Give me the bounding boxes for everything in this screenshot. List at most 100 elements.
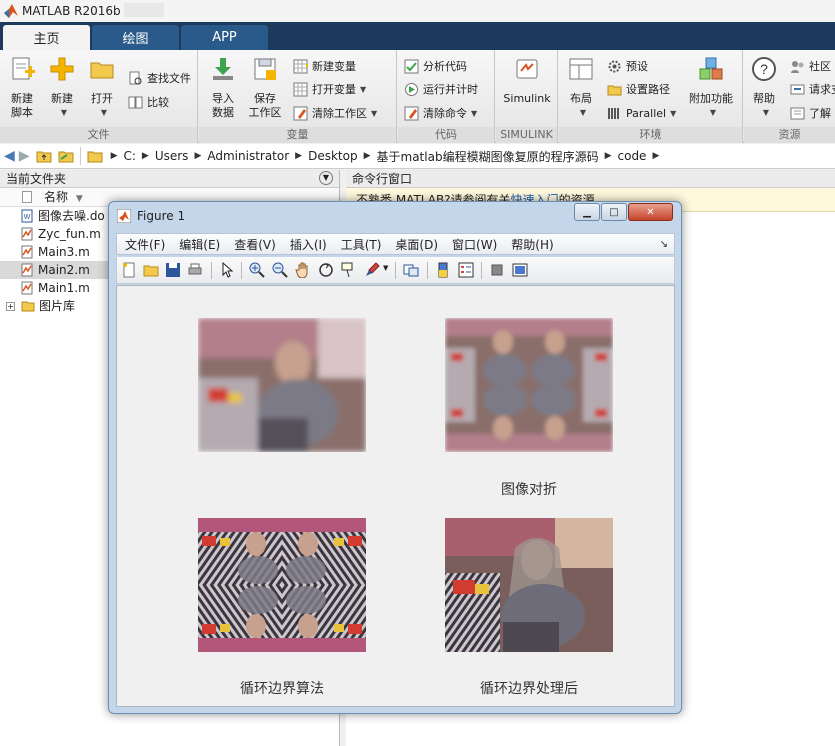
maximize-button[interactable]: □ xyxy=(601,203,627,221)
restored-photo-image xyxy=(445,518,613,652)
chevron-down-icon: ▼ xyxy=(60,108,68,117)
svg-text:?: ? xyxy=(760,61,768,77)
analyze-code-button[interactable]: 分析代码 xyxy=(404,56,467,76)
set-path-icon xyxy=(607,85,622,95)
community-button[interactable]: 社区 xyxy=(790,56,831,76)
figure-toolbar: ▼ xyxy=(116,257,675,284)
chevron-right-icon: ▶ xyxy=(141,151,149,161)
save-workspace-button[interactable]: 保存 工作区 xyxy=(247,56,283,120)
print-icon[interactable] xyxy=(187,262,203,278)
help-button[interactable]: ? 帮助 ▼ xyxy=(750,56,778,120)
chevron-right-icon: ▶ xyxy=(194,151,202,161)
save-workspace-icon xyxy=(254,58,276,80)
tab-apps[interactable]: APP xyxy=(181,25,268,50)
menu-insert[interactable]: 插入(I) xyxy=(290,236,327,253)
pointer-icon[interactable] xyxy=(219,262,235,278)
browse-folder-icon[interactable] xyxy=(58,149,74,163)
tab-plots[interactable]: 绘图 xyxy=(92,25,179,50)
rotate-3d-icon[interactable] xyxy=(318,262,334,278)
sort-arrow-icon: ▼ xyxy=(75,194,83,204)
tab-home[interactable]: 主页 xyxy=(3,25,90,50)
clear-commands-button[interactable]: 清除命令 ▼ xyxy=(404,103,477,123)
breadcrumb-5[interactable]: code xyxy=(618,149,647,163)
zoom-in-icon[interactable] xyxy=(249,262,265,278)
minimize-button[interactable]: ▁ xyxy=(574,203,600,221)
breadcrumb-3[interactable]: Desktop xyxy=(308,149,358,163)
breadcrumb-1[interactable]: Users xyxy=(155,149,189,163)
open-variable-button[interactable]: 打开变量 ▼ xyxy=(293,79,366,99)
menu-desktop[interactable]: 桌面(D) xyxy=(395,236,438,253)
parallel-button[interactable]: Parallel ▼ xyxy=(607,103,676,123)
menu-tools[interactable]: 工具(T) xyxy=(341,236,382,253)
run-and-time-button[interactable]: 运行并计时 xyxy=(404,79,478,99)
menu-edit[interactable]: 编辑(E) xyxy=(179,236,220,253)
chevron-down-icon: ▼ xyxy=(709,108,717,117)
breadcrumb-0[interactable]: C: xyxy=(123,149,135,163)
subplot-restored-image[interactable] xyxy=(445,518,613,652)
breadcrumb-4[interactable]: 基于matlab编程模糊图像复原的程序源码 xyxy=(377,148,599,165)
compare-button[interactable]: 比较 xyxy=(128,92,169,112)
preferences-button[interactable]: 预设 xyxy=(607,56,648,76)
title-extra xyxy=(124,3,164,17)
expand-plus-icon[interactable]: + xyxy=(6,301,15,311)
figure-window[interactable]: Figure 1 ▁ □ ✕ 文件(F) 编辑(E) 查看(V) 插入(I) 工… xyxy=(108,201,682,714)
simulink-button[interactable]: Simulink xyxy=(500,56,554,106)
pane-actions-icon[interactable]: ▼ xyxy=(319,171,333,185)
hide-plot-tools-icon[interactable] xyxy=(489,262,505,278)
data-cursor-icon[interactable] xyxy=(341,262,357,278)
figure-canvas[interactable]: 图像对折 循环边界算法 循环边界处理后 xyxy=(116,285,675,707)
matlab-logo-icon xyxy=(4,4,18,18)
close-icon: ✕ xyxy=(646,206,655,218)
menu-file[interactable]: 文件(F) xyxy=(125,236,165,253)
code-group-label: 代码 xyxy=(398,127,494,143)
find-files-button[interactable]: 查找文件 xyxy=(128,68,191,88)
legend-icon[interactable] xyxy=(458,262,474,278)
open-variable-icon xyxy=(293,82,308,96)
learn-button[interactable]: 了解 xyxy=(790,103,831,123)
addons-button[interactable]: 附加功能 ▼ xyxy=(685,56,737,120)
minimize-icon: ▁ xyxy=(583,206,591,218)
subplot-circular-boundary[interactable] xyxy=(198,518,366,652)
up-folder-icon[interactable] xyxy=(36,149,52,163)
new-figure-icon[interactable] xyxy=(121,262,137,278)
import-data-icon xyxy=(213,58,233,80)
new-variable-button[interactable]: 新建变量 xyxy=(293,56,356,76)
save-icon[interactable] xyxy=(165,262,181,278)
new-button[interactable]: 新建 ▼ xyxy=(46,56,78,120)
pan-hand-icon[interactable] xyxy=(295,262,311,278)
zoom-out-icon[interactable] xyxy=(272,262,288,278)
menu-window[interactable]: 窗口(W) xyxy=(452,236,497,253)
subplot-folded-image[interactable] xyxy=(445,318,613,452)
ribbon-toolbar: 新建 脚本 新建 ▼ 打开 ▼ 查找文件 比较 文件 导入 数据 保存 工作区 … xyxy=(0,50,835,143)
chevron-down-icon[interactable]: ▼ xyxy=(383,264,388,272)
request-support-button[interactable]: 请求支 xyxy=(790,79,835,99)
back-arrow-icon[interactable]: ◀ xyxy=(4,148,15,164)
variable-group: 导入 数据 保存 工作区 新建变量 打开变量 ▼ 清除工作区 ▼ 变量 xyxy=(199,50,397,143)
subplot-blurred-image[interactable] xyxy=(198,318,366,452)
close-button[interactable]: ✕ xyxy=(628,203,673,221)
matlab-figure-icon xyxy=(117,209,131,223)
chevron-right-icon[interactable]: ▶ xyxy=(652,151,659,161)
dock-arrow-icon[interactable]: ↘ xyxy=(660,239,668,250)
show-plot-tools-icon[interactable] xyxy=(512,262,528,278)
maximize-icon: □ xyxy=(609,206,619,218)
menu-help[interactable]: 帮助(H) xyxy=(511,236,553,253)
figure-title: Figure 1 xyxy=(137,209,186,223)
set-path-button[interactable]: 设置路径 xyxy=(607,79,670,99)
menu-view[interactable]: 查看(V) xyxy=(234,236,276,253)
colorbar-icon[interactable] xyxy=(435,262,451,278)
breadcrumb-2[interactable]: Administrator xyxy=(207,149,289,163)
m-file-icon xyxy=(21,281,33,295)
import-data-button[interactable]: 导入 数据 xyxy=(207,56,239,120)
forward-arrow-icon[interactable]: ▶ xyxy=(19,148,30,164)
new-script-button[interactable]: 新建 脚本 xyxy=(6,56,38,120)
clear-workspace-button[interactable]: 清除工作区 ▼ xyxy=(293,103,377,123)
link-plot-icon[interactable] xyxy=(403,262,419,278)
open-button[interactable]: 打开 ▼ xyxy=(86,56,118,120)
simulink-icon xyxy=(516,59,538,79)
brush-icon[interactable] xyxy=(364,262,380,278)
open-file-icon[interactable] xyxy=(143,262,159,278)
help-icon: ? xyxy=(752,57,776,81)
caption-circular-boundary: 循环边界算法 xyxy=(240,681,324,697)
layout-button[interactable]: 布局 ▼ xyxy=(565,56,597,120)
